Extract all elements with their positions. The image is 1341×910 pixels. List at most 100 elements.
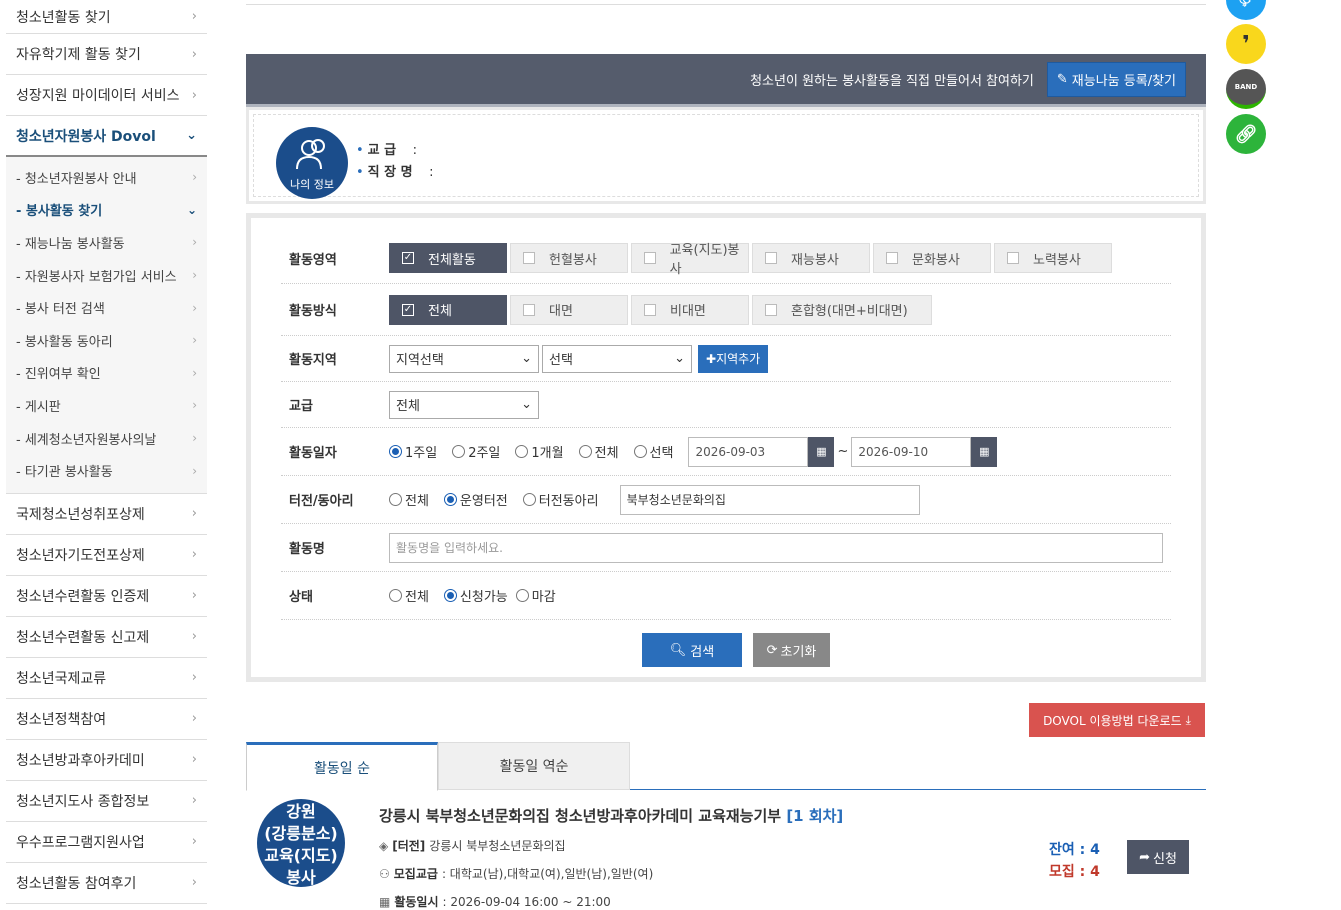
sidebar-item-youth-activity[interactable]: 청소년활동 찾기 › bbox=[6, 0, 207, 34]
date-to-input[interactable]: 2026-09-10 bbox=[851, 436, 972, 467]
method-row: 활동방식 ✓ 전체 대면 비대면 혼합형(대면+비대면) bbox=[281, 284, 1171, 336]
base-name-input[interactable]: 북부청소년문화의집 bbox=[619, 484, 920, 515]
date-from-input[interactable]: 2026-09-03 bbox=[688, 436, 809, 467]
sidebar-item[interactable]: 청소년수련활동 인증제 › bbox=[6, 576, 207, 617]
sidebar-subitem[interactable]: - 봉사활동 동아리 › bbox=[6, 324, 207, 357]
chevron-right-icon: › bbox=[192, 170, 197, 185]
talent-banner: 청소년이 원하는 봉사활동을 직접 만들어서 참여하기 ✎ 재능나눔 등록/찾기 bbox=[246, 54, 1206, 107]
sidebar-item-dovol[interactable]: 청소년자원봉사 Dovol ⌄ bbox=[6, 116, 207, 157]
method-option[interactable]: 대면 bbox=[510, 294, 628, 325]
sidebar-subitem[interactable]: - 타기관 봉사활동 › bbox=[6, 454, 207, 487]
area-option[interactable]: 노력봉사 bbox=[994, 243, 1112, 273]
base-option[interactable]: 전체 bbox=[389, 490, 429, 509]
sidebar-subitem[interactable]: - 봉사 터전 검색 › bbox=[6, 291, 207, 324]
chevron-down-icon: ⌄ bbox=[674, 351, 685, 366]
area-option-all[interactable]: ✓ 전체활동 bbox=[389, 243, 507, 273]
tab-date-desc[interactable]: 활동일 역순 bbox=[438, 742, 630, 790]
chevron-right-icon: › bbox=[191, 9, 197, 24]
method-option[interactable]: 혼합형(대면+비대면) bbox=[752, 294, 932, 325]
apply-button[interactable]: ➦ 신청 bbox=[1127, 840, 1189, 874]
date-option[interactable]: 2주일 bbox=[452, 442, 500, 461]
status-option[interactable]: 마감 bbox=[515, 586, 556, 605]
remaining-count: 잔여 : 4 bbox=[1049, 842, 1100, 858]
kakaostory-icon[interactable]: ❜ bbox=[1226, 24, 1266, 64]
sidebar-item[interactable]: 청소년자기도전포상제 › bbox=[6, 535, 207, 576]
method-option[interactable]: 비대면 bbox=[631, 294, 749, 325]
date-row: 활동일자 1주일 2주일 1개월 전체 선택 2026-09-03 ▦ ~ 20… bbox=[281, 428, 1171, 476]
calendar-icon[interactable]: ▦ bbox=[808, 436, 835, 467]
area-row: 활동영역 ✓ 전체활동 헌혈봉사 교육(지도)봉사 재능봉사 문화봉사 노력봉사 bbox=[281, 233, 1171, 284]
sidebar-subitem[interactable]: - 청소년자원봉사 안내 › bbox=[6, 161, 207, 194]
refresh-icon: ⟳ bbox=[766, 642, 778, 658]
base-option[interactable]: 터전동아리 bbox=[522, 490, 599, 509]
sidebar-subitem[interactable]: - 재능나눔 봉사활동 › bbox=[6, 226, 207, 259]
chevron-right-icon: › bbox=[191, 711, 197, 727]
download-icon: ⤓ bbox=[1185, 712, 1191, 727]
sidebar-item[interactable]: 국제청소년성취포상제 › bbox=[6, 494, 207, 535]
link-icon[interactable]: 🔗︎ bbox=[1226, 114, 1266, 154]
activity-name-input[interactable]: 활동명을 입력하세요. bbox=[389, 532, 1163, 563]
search-button[interactable]: 🔍︎ 검색 bbox=[642, 633, 742, 667]
banner-text: 청소년이 원하는 봉사활동을 직접 만들어서 참여하기 bbox=[750, 73, 1034, 89]
chevron-down-icon: ⌄ bbox=[186, 202, 197, 217]
chevron-right-icon: › bbox=[191, 793, 197, 809]
chevron-down-icon: ⌄ bbox=[521, 351, 532, 366]
chevron-right-icon: › bbox=[192, 398, 197, 413]
sidebar-subitem-active[interactable]: - 봉사활동 찾기 ⌄ bbox=[6, 194, 207, 227]
band-icon[interactable]: BAND bbox=[1226, 69, 1266, 109]
date-option[interactable]: 선택 bbox=[633, 442, 673, 461]
sidebar-item[interactable]: 우수프로그램지원사업 › bbox=[6, 822, 207, 863]
date-option[interactable]: 1주일 bbox=[389, 442, 437, 461]
search-form: 활동영역 ✓ 전체활동 헌혈봉사 교육(지도)봉사 재능봉사 문화봉사 노력봉사 … bbox=[246, 213, 1206, 682]
my-info-panel: 나의 정보 • 교 급 : • 직 장 명 : bbox=[246, 107, 1206, 204]
area-option[interactable]: 헌혈봉사 bbox=[510, 243, 628, 273]
chevron-right-icon: › bbox=[191, 87, 197, 103]
base-option[interactable]: 운영터전 bbox=[443, 490, 508, 509]
category-badge: 강원 (강릉분소) 교육(지도) 봉사 bbox=[257, 799, 345, 887]
sidebar-item-free-semester[interactable]: 자유학기제 활동 찾기 › bbox=[6, 34, 207, 75]
chevron-right-icon: › bbox=[192, 268, 197, 283]
sidebar-item[interactable]: 청소년지도사 종합정보 › bbox=[6, 781, 207, 822]
chevron-down-icon: ⌄ bbox=[521, 397, 532, 412]
sidebar-item[interactable]: 청소년수련활동 신고제 › bbox=[6, 617, 207, 658]
date-option[interactable]: 전체 bbox=[578, 442, 619, 461]
my-info-lines: • 교 급 : • 직 장 명 : bbox=[356, 143, 434, 180]
sidebar-item[interactable]: 청소년국제교류 › bbox=[6, 658, 207, 699]
region-row: 활동지역 지역선택 ⌄ 선택 ⌄ ✚ 지역추가 bbox=[281, 336, 1171, 382]
chevron-right-icon: › bbox=[191, 834, 197, 850]
sidebar-item[interactable]: 청소년방과후아카데미 › bbox=[6, 740, 207, 781]
method-option-all[interactable]: ✓ 전체 bbox=[389, 294, 507, 325]
chevron-down-icon: ⌄ bbox=[186, 128, 197, 143]
add-region-button[interactable]: ✚ 지역추가 bbox=[698, 344, 769, 373]
date-option[interactable]: 1개월 bbox=[515, 442, 564, 461]
calendar-icon[interactable]: ▦ bbox=[971, 436, 998, 467]
area-option[interactable]: 문화봉사 bbox=[873, 243, 991, 273]
plus-icon: ✚ bbox=[706, 351, 717, 366]
twitter-icon[interactable]: 🐦︎ bbox=[1226, 0, 1266, 20]
tab-date-asc[interactable]: 활동일 순 bbox=[246, 742, 438, 791]
status-option[interactable]: 신청가능 bbox=[443, 586, 508, 605]
sidebar-subitem[interactable]: - 게시판 › bbox=[6, 389, 207, 422]
region-select[interactable]: 지역선택 ⌄ bbox=[389, 344, 539, 373]
sidebar: 청소년활동 찾기 › 자유학기제 활동 찾기 › 성장지원 마이데이터 서비스 › 청… bbox=[6, 0, 207, 904]
result-recruit-grade: ⚇ 모집교급: 대학교(남),대학교(여),일반(남),일반(여) bbox=[379, 866, 654, 882]
area-option[interactable]: 교육(지도)봉사 bbox=[631, 243, 749, 277]
reset-button[interactable]: ⟳ 초기화 bbox=[753, 633, 830, 667]
subregion-select[interactable]: 선택 ⌄ bbox=[542, 344, 692, 373]
talent-register-button[interactable]: ✎ 재능나눔 등록/찾기 bbox=[1046, 61, 1186, 97]
result-title[interactable]: 강릉시 북부청소년문화의집 청소년방과후아카데미 교육재능기부 [1 회차] bbox=[379, 805, 843, 826]
sidebar-subitem[interactable]: - 세계청소년자원봉사의날 › bbox=[6, 422, 207, 455]
my-info-avatar: 나의 정보 bbox=[276, 127, 348, 199]
sidebar-item[interactable]: 청소년활동 참여후기 › bbox=[6, 863, 207, 904]
grade-row: 교급 전체 ⌄ bbox=[281, 382, 1171, 428]
area-option[interactable]: 재능봉사 bbox=[752, 243, 870, 273]
sidebar-subitem[interactable]: - 자원봉사자 보험가입 서비스 › bbox=[6, 259, 207, 292]
chevron-right-icon: › bbox=[191, 670, 197, 686]
download-guide-button[interactable]: DOVOL 이용방법 다운로드 ⤓ bbox=[1029, 703, 1205, 737]
sidebar-item[interactable]: 청소년정책참여 › bbox=[6, 699, 207, 740]
chevron-right-icon: › bbox=[191, 547, 197, 563]
status-option[interactable]: 전체 bbox=[389, 586, 429, 605]
sidebar-subitem[interactable]: - 진위여부 확인 › bbox=[6, 357, 207, 390]
grade-select[interactable]: 전체 ⌄ bbox=[389, 390, 539, 419]
sidebar-item-mydata[interactable]: 성장지원 마이데이터 서비스 › bbox=[6, 75, 207, 116]
